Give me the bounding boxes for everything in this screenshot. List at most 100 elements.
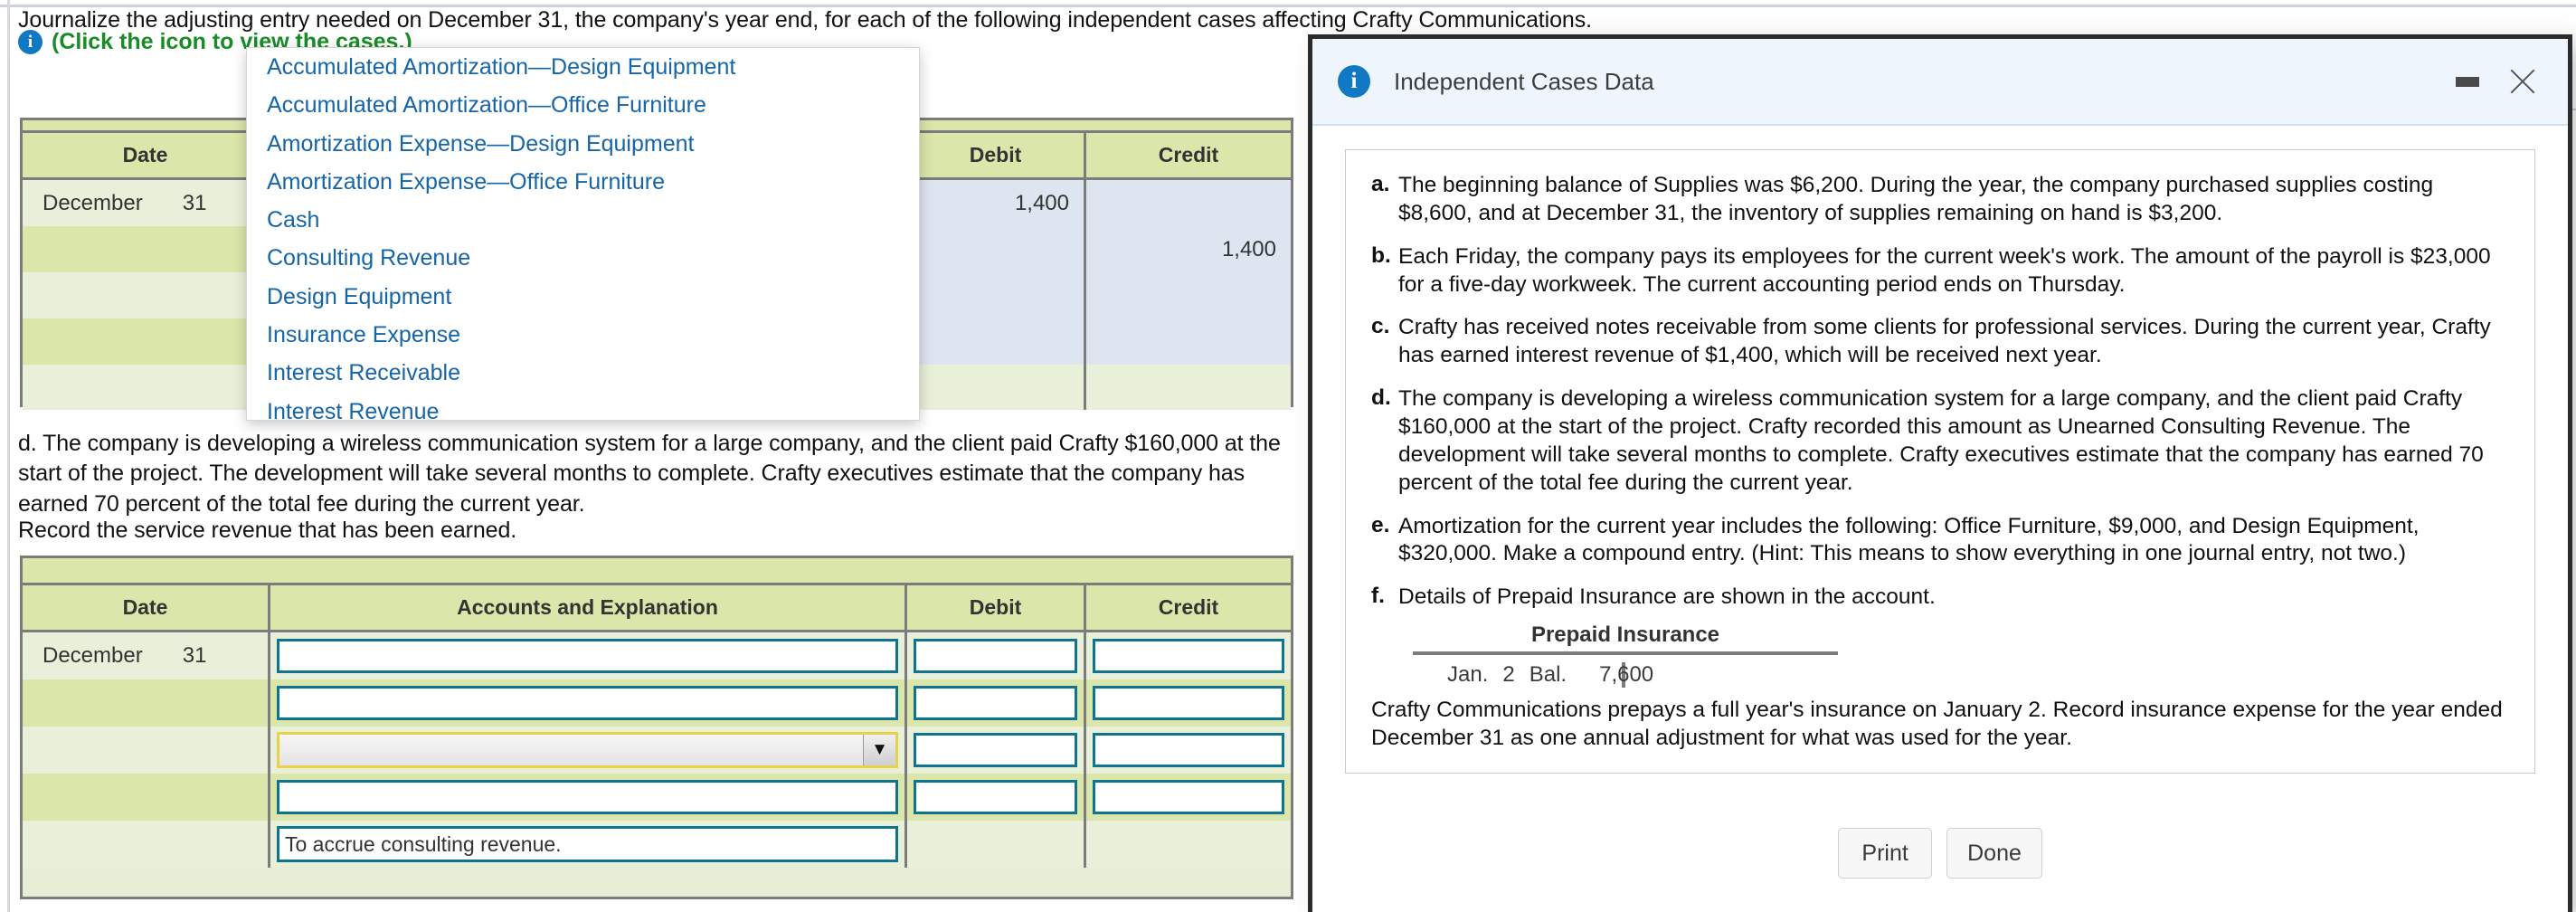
table2-r4-debit-cell[interactable]: [907, 774, 1086, 821]
dropdown-option-0[interactable]: Accumulated Amortization—Design Equipmen…: [247, 48, 919, 86]
account-dropdown-list[interactable]: Accumulated Amortization—Design Equipmen…: [246, 47, 920, 421]
minimize-icon[interactable]: [2456, 76, 2479, 87]
t-account-entry-label: Bal.: [1529, 662, 1567, 688]
table1-r1-credit[interactable]: [1086, 180, 1291, 226]
table2-r3-date: [23, 727, 270, 774]
table2-r2-account-input[interactable]: [277, 686, 898, 720]
dropdown-option-1[interactable]: Accumulated Amortization—Office Furnitur…: [247, 86, 919, 124]
table2-r5-explanation-input[interactable]: [277, 826, 898, 862]
table2-r4-debit-input[interactable]: [914, 780, 1077, 814]
table1-col-credit: Credit: [1086, 133, 1291, 180]
case-item-e: e. Amortization for the current year inc…: [1371, 513, 2509, 569]
table2-r1-day: 31: [182, 643, 207, 668]
table2-r2-credit-cell[interactable]: [1086, 679, 1291, 727]
table2-r4-account-input[interactable]: [277, 780, 898, 814]
table2-r1-date: December 31: [23, 632, 270, 679]
dropdown-option-6[interactable]: Design Equipment: [247, 278, 919, 316]
case-text-a: The beginning balance of Supplies was $6…: [1398, 173, 2434, 225]
table2-header-row: Date Accounts and Explanation Debit Cred…: [23, 585, 1291, 632]
table2-col-credit: Credit: [1086, 585, 1291, 632]
case-text-c: Crafty has received notes receivable fro…: [1398, 315, 2491, 368]
journal-table-2: Date Accounts and Explanation Debit Cred…: [20, 556, 1293, 899]
table2-r3-account-cell[interactable]: ▼: [270, 727, 907, 774]
table2-r5-explanation-cell[interactable]: [270, 821, 907, 868]
table1-r1-date: December 31: [23, 180, 270, 226]
table2-r1-debit-input[interactable]: [914, 639, 1077, 673]
table2-r5-debit-cell[interactable]: [907, 821, 1086, 868]
dropdown-option-2[interactable]: Amortization Expense—Design Equipment: [247, 125, 919, 163]
table2-r1-account-input[interactable]: [277, 639, 898, 673]
t-account-note: Crafty Communications prepays a full yea…: [1371, 698, 2503, 751]
table-row: [23, 679, 1291, 727]
print-button[interactable]: Print: [1838, 828, 1933, 879]
table1-r3-debit[interactable]: [907, 272, 1086, 318]
table2-r2-debit-input[interactable]: [914, 686, 1077, 720]
case-letter-d: d.: [1371, 385, 1391, 411]
modal-footer: Print Done: [1312, 794, 2568, 912]
table2-r4-account-cell[interactable]: [270, 774, 907, 821]
info-icon[interactable]: i: [18, 30, 43, 54]
t-account-entry-month: Jan.: [1447, 662, 1489, 688]
case-text-e: Amortization for the current year includ…: [1398, 513, 2420, 566]
case-item-a: a. The beginning balance of Supplies was…: [1371, 172, 2509, 228]
table1-r1-debit[interactable]: 1,400: [907, 180, 1086, 226]
t-account-entry-day: 2: [1502, 662, 1515, 688]
table2-r1-account-cell[interactable]: [270, 632, 907, 679]
part-d-text: d. The company is developing a wireless …: [18, 431, 1281, 517]
screen-root: Journalize the adjusting entry needed on…: [0, 0, 2576, 912]
table2-col-accounts: Accounts and Explanation: [270, 585, 907, 632]
table-row: December 31: [23, 632, 1291, 679]
table1-r4-debit[interactable]: [907, 318, 1086, 365]
table2-r1-credit-input[interactable]: [1093, 639, 1284, 673]
case-text-d: The company is developing a wireless com…: [1398, 386, 2484, 495]
table1-r5-date: [23, 365, 270, 410]
case-letter-c: c.: [1371, 314, 1390, 339]
table2-r2-account-cell[interactable]: [270, 679, 907, 727]
dropdown-option-3[interactable]: Amortization Expense—Office Furniture: [247, 163, 919, 201]
table1-r3-credit[interactable]: [1086, 272, 1291, 318]
table2-r2-credit-input[interactable]: [1093, 686, 1284, 720]
done-button[interactable]: Done: [1946, 828, 2042, 879]
table1-r5-debit[interactable]: [907, 365, 1086, 410]
table2-r3-credit-input[interactable]: [1093, 733, 1284, 767]
modal-title: Independent Cases Data: [1394, 67, 1654, 95]
table1-r1-month: December: [43, 190, 143, 215]
table1-r1-day: 31: [182, 190, 207, 215]
dropdown-option-7[interactable]: Insurance Expense: [247, 316, 919, 354]
table2-r4-date: [23, 774, 270, 821]
table2-r3-credit-cell[interactable]: [1086, 727, 1291, 774]
table2-r4-credit-cell[interactable]: [1086, 774, 1291, 821]
t-account: Prepaid Insurance Jan. 2 Bal. 7,600: [1371, 622, 2509, 695]
table1-r5-credit[interactable]: [1086, 365, 1291, 410]
table2-r1-month: December: [43, 643, 143, 668]
table2-r1-credit-cell[interactable]: [1086, 632, 1291, 679]
table2-r1-debit-cell[interactable]: [907, 632, 1086, 679]
t-account-entry-amount: 7,600: [1599, 662, 1654, 688]
table2-r2-debit-cell[interactable]: [907, 679, 1086, 727]
table2-r4-credit-input[interactable]: [1093, 780, 1284, 814]
dropdown-option-5[interactable]: Consulting Revenue: [247, 239, 919, 277]
modal-header: i Independent Cases Data: [1312, 39, 2568, 126]
table2-col-date: Date: [23, 585, 270, 632]
account-select[interactable]: ▼: [277, 732, 898, 768]
dropdown-option-4[interactable]: Cash: [247, 201, 919, 239]
table1-r2-credit[interactable]: 1,400: [1086, 226, 1291, 272]
table2-r5-credit-cell[interactable]: [1086, 821, 1291, 868]
case-text-f: Details of Prepaid Insurance are shown i…: [1398, 584, 1936, 610]
dropdown-option-9[interactable]: Interest Revenue: [247, 393, 919, 420]
table1-r4-credit[interactable]: [1086, 318, 1291, 365]
table2-r3-debit-input[interactable]: [914, 733, 1077, 767]
table1-col-date: Date: [23, 133, 270, 180]
table1-r3-date: [23, 272, 270, 318]
table2-r3-debit-cell[interactable]: [907, 727, 1086, 774]
case-text-b: Each Friday, the company pays its employ…: [1398, 243, 2491, 297]
case-letter-e: e.: [1371, 512, 1390, 537]
close-icon[interactable]: [2506, 65, 2539, 98]
table2-top-strip: [23, 558, 1291, 585]
dropdown-option-8[interactable]: Interest Receivable: [247, 354, 919, 392]
independent-cases-modal: i Independent Cases Data a. The beginnin…: [1308, 34, 2572, 912]
modal-body: a. The beginning balance of Supplies was…: [1312, 126, 2568, 794]
table1-r2-debit[interactable]: [907, 226, 1086, 272]
table2-r2-date: [23, 679, 270, 727]
chevron-down-icon[interactable]: ▼: [863, 735, 895, 765]
